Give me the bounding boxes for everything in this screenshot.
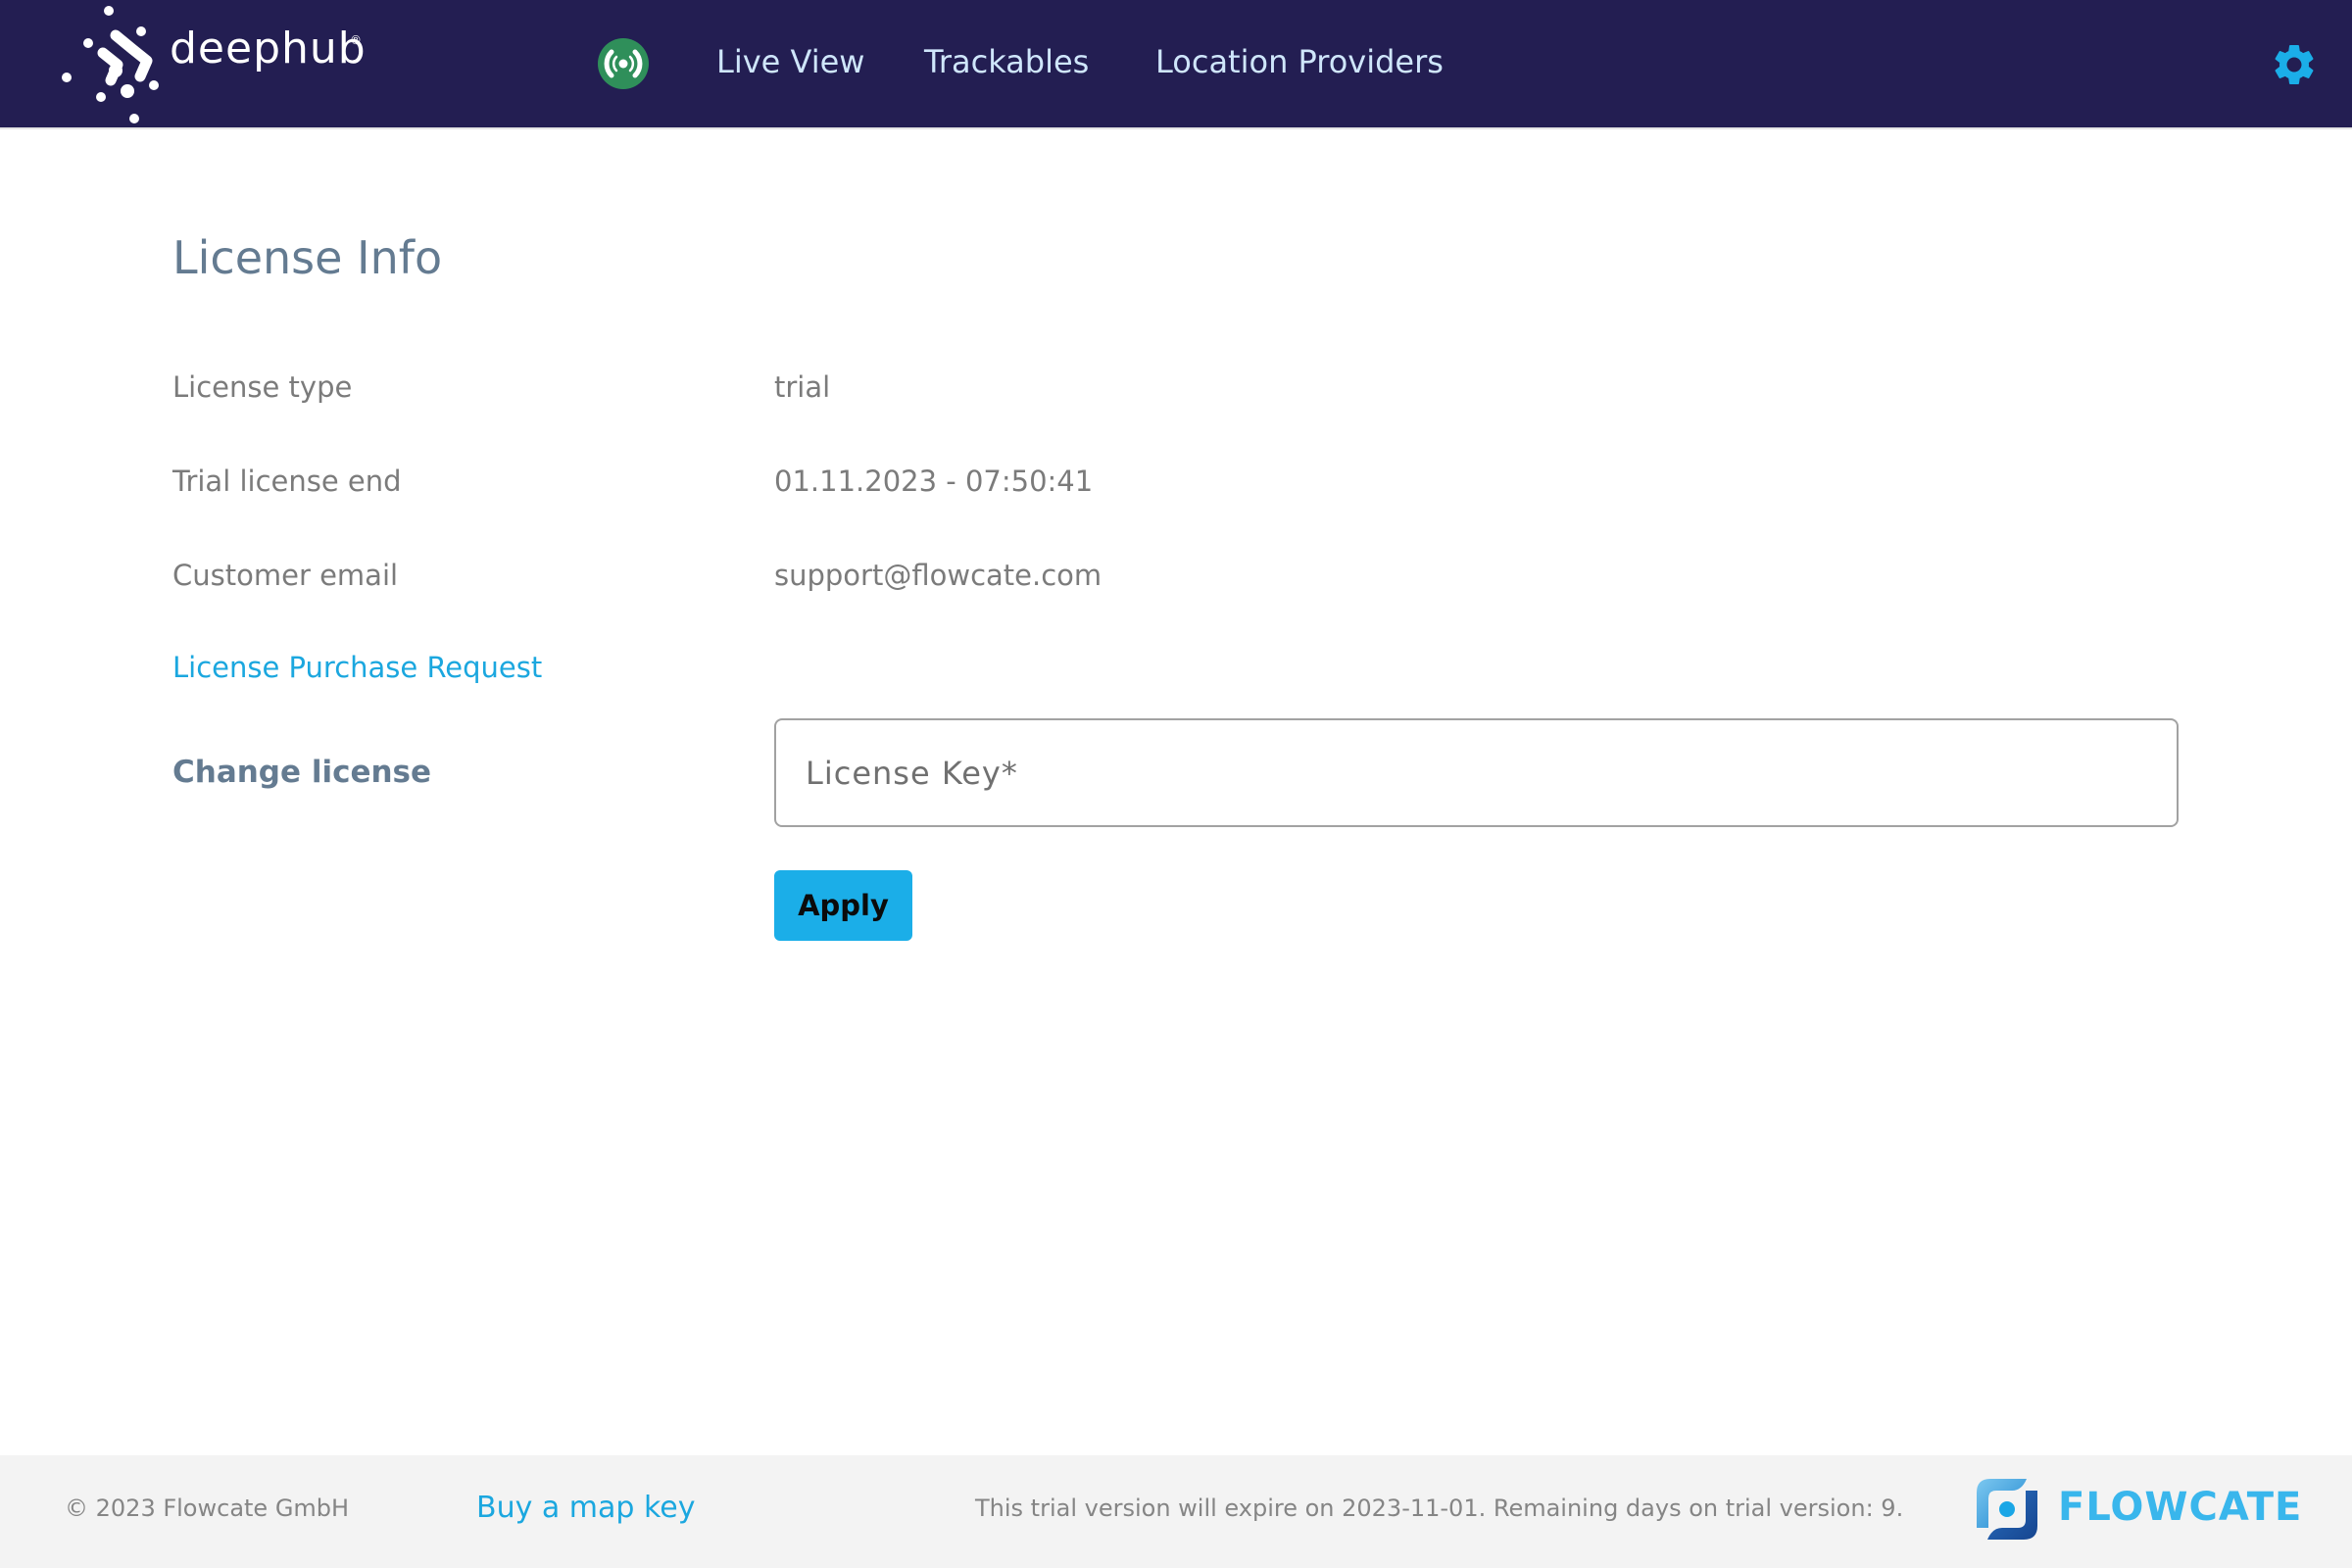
customer-email-label: Customer email bbox=[172, 559, 399, 592]
trial-license-end-value: 01.11.2023 - 07:50:41 bbox=[774, 465, 1094, 498]
deephub-logo[interactable]: deephub ® bbox=[54, 0, 377, 127]
apply-button[interactable]: Apply bbox=[774, 870, 912, 941]
buy-map-key-link[interactable]: Buy a map key bbox=[476, 1491, 696, 1525]
gear-icon bbox=[2275, 44, 2314, 84]
live-broadcast-icon bbox=[604, 49, 643, 78]
copyright-text: © 2023 Flowcate GmbH bbox=[65, 1494, 350, 1522]
deephub-logo-icon bbox=[62, 6, 159, 123]
registered-mark: ® bbox=[350, 33, 362, 47]
live-status-indicator[interactable] bbox=[598, 38, 649, 89]
nav-location-providers[interactable]: Location Providers bbox=[1155, 39, 1444, 84]
trial-license-end-label: Trial license end bbox=[172, 465, 402, 498]
nav-trackables[interactable]: Trackables bbox=[924, 39, 1089, 84]
license-key-input[interactable] bbox=[774, 718, 2179, 827]
top-navbar: deephub ® Live View Trackables Location … bbox=[0, 0, 2352, 129]
change-license-label: Change license bbox=[172, 755, 432, 790]
page-title: License Info bbox=[172, 231, 443, 284]
license-type-label: License type bbox=[172, 370, 353, 404]
flowcate-logo-icon bbox=[1977, 1479, 2037, 1540]
footer: © 2023 Flowcate GmbH Buy a map key This … bbox=[0, 1455, 2352, 1568]
nav-live-view[interactable]: Live View bbox=[716, 39, 864, 84]
brand-name: deephub bbox=[170, 24, 367, 74]
flowcate-logo-text: FLOWCATE bbox=[2058, 1485, 2303, 1530]
trial-expiry-notice: This trial version will expire on 2023-1… bbox=[975, 1494, 1904, 1522]
settings-button[interactable] bbox=[2270, 40, 2319, 89]
license-type-value: trial bbox=[774, 370, 831, 404]
customer-email-value: support@flowcate.com bbox=[774, 559, 1102, 592]
license-purchase-request-link[interactable]: License Purchase Request bbox=[172, 651, 542, 684]
